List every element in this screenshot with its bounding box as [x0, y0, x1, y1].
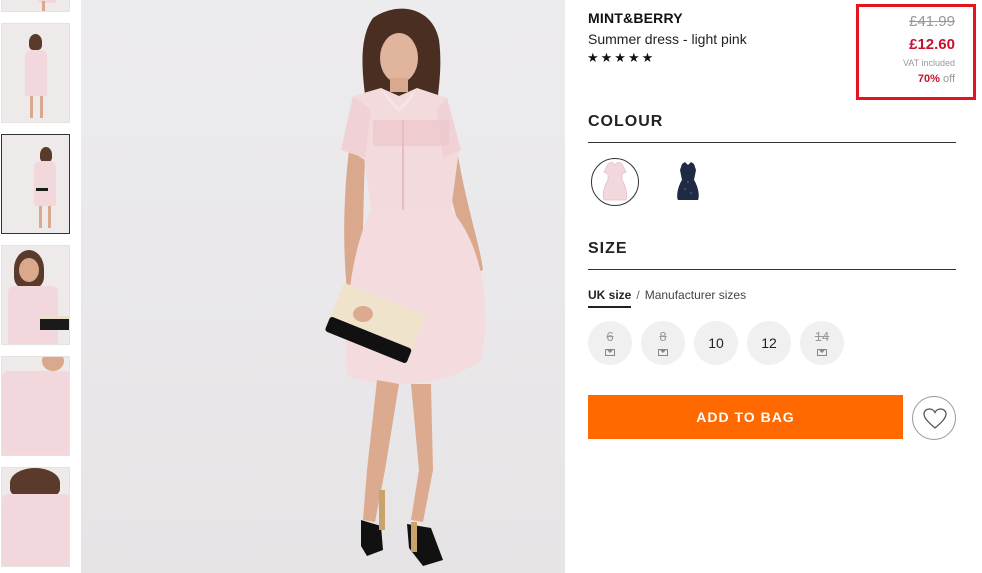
- size-label: 8: [659, 329, 667, 344]
- model-illustration: [325, 8, 486, 566]
- thumbnail-4[interactable]: [1, 245, 70, 345]
- notify-mail-icon: [817, 349, 827, 356]
- size-system-tabs: UK size / Manufacturer sizes: [588, 288, 746, 308]
- pink-dress-icon: [602, 162, 628, 201]
- brand-name[interactable]: MINT&BERRY: [588, 10, 683, 26]
- size-divider: [588, 269, 956, 270]
- navy-dress-icon: [677, 162, 699, 200]
- colour-swatch-light-pink[interactable]: [591, 158, 639, 206]
- original-price: £41.99: [909, 13, 955, 30]
- main-product-image: [81, 0, 565, 573]
- rating-stars[interactable]: ★★★★★: [587, 50, 655, 66]
- heart-icon: [923, 408, 947, 429]
- size-option-14[interactable]: 14: [800, 321, 844, 365]
- size-option-10[interactable]: 10: [694, 321, 738, 365]
- thumbnail-3[interactable]: [1, 134, 70, 234]
- price-highlight-box: £41.99 £12.60 VAT included 70% off: [856, 4, 976, 100]
- size-option-6[interactable]: 6: [588, 321, 632, 365]
- sale-price: £12.60: [909, 36, 955, 53]
- colour-divider: [588, 142, 956, 143]
- tab-manufacturer-sizes[interactable]: Manufacturer sizes: [645, 288, 746, 302]
- product-name: Summer dress - light pink: [588, 31, 747, 47]
- thumbnail-6[interactable]: [1, 467, 70, 567]
- wishlist-button[interactable]: [912, 396, 956, 440]
- size-label: 14: [814, 329, 830, 344]
- colour-title: COLOUR: [588, 113, 664, 130]
- thumbnail-5[interactable]: [1, 356, 70, 456]
- thumbnail-1[interactable]: [1, 0, 70, 12]
- thumbnail-2[interactable]: [1, 23, 70, 123]
- size-option-8[interactable]: 8: [641, 321, 685, 365]
- tab-separator: /: [636, 288, 640, 302]
- size-title: SIZE: [588, 240, 628, 257]
- thumbnail-list: [0, 0, 72, 573]
- add-to-bag-button[interactable]: ADD TO BAG: [588, 395, 903, 439]
- notify-mail-icon: [605, 349, 615, 356]
- discount-percent: 70%: [917, 73, 940, 85]
- colour-swatch-navy[interactable]: [664, 158, 712, 206]
- tab-uk-size[interactable]: UK size: [588, 288, 632, 308]
- notify-mail-icon: [658, 349, 668, 356]
- discount-suffix: off: [942, 73, 955, 85]
- size-option-12[interactable]: 12: [747, 321, 791, 365]
- vat-note: VAT included: [902, 58, 955, 68]
- size-label: 6: [606, 329, 614, 344]
- discount-label: 70% off: [918, 73, 955, 85]
